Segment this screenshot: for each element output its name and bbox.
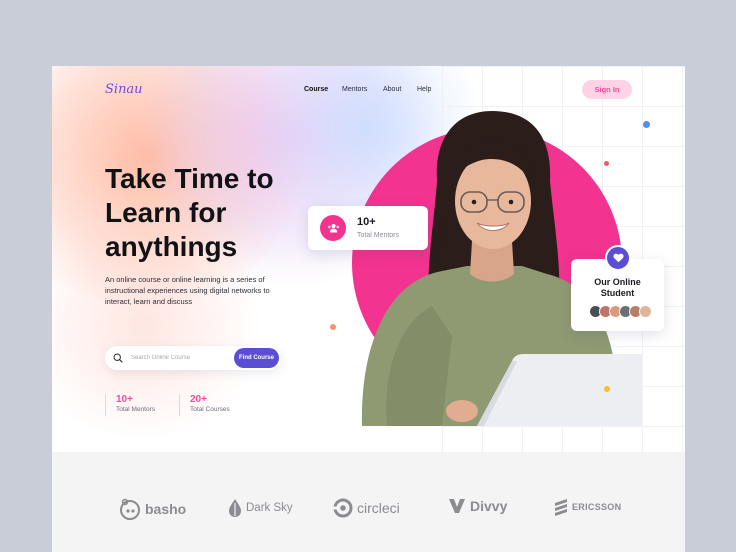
online-student-title-line-1: Our Online — [594, 277, 641, 287]
brand-circleci: circleci — [333, 498, 400, 518]
brand-name: ERICSSON — [572, 502, 622, 512]
brand-divvy: Divvy — [448, 498, 507, 514]
brand-name: Dark Sky — [246, 502, 293, 514]
student-avatars — [589, 305, 652, 318]
darksky-logo — [229, 499, 241, 517]
stat-total-mentors: 10+ Total Mentors — [105, 394, 155, 416]
mentors-card-label: Total Mentors — [357, 232, 400, 239]
hero-title-line-2: Learn for — [105, 197, 227, 228]
basho-logo — [120, 498, 140, 520]
hero-title-line-3: anythings — [105, 231, 238, 262]
nav-help[interactable]: Help — [417, 86, 431, 93]
circleci-logo — [333, 498, 353, 518]
brand-ericsson: ERICSSON — [554, 498, 621, 516]
divvy-logo — [449, 499, 465, 513]
decor-dot-yellow — [604, 386, 610, 392]
brand-name: circleci — [357, 500, 400, 516]
stat-value: 10+ — [116, 394, 133, 405]
partner-logos-strip: basho Dark Sky circleci Divvy ERICSSON — [52, 452, 685, 552]
brand-basho: basho — [119, 498, 186, 520]
ericsson-logo — [555, 499, 567, 516]
nav-mentors[interactable]: Mentors — [342, 86, 367, 93]
stat-total-courses: 20+ Total Courses — [179, 394, 230, 416]
online-student-title-line-2: Student — [600, 288, 635, 298]
brand-name: basho — [145, 501, 187, 517]
nav-course[interactable]: Course — [304, 86, 328, 93]
avatar — [639, 305, 652, 318]
stat-label: Total Courses — [190, 406, 230, 413]
hero-title-line-1: Take Time to — [105, 163, 274, 194]
sign-in-button[interactable]: Sign In — [582, 80, 632, 99]
decor-dot-red — [604, 161, 609, 166]
stat-label: Total Mentors — [116, 406, 156, 413]
mentors-card: 10+ Total Mentors — [308, 206, 428, 250]
heart-icon — [605, 245, 631, 271]
brand-name: Divvy — [470, 498, 508, 514]
course-search-bar: Find Course — [105, 346, 281, 370]
search-icon — [113, 353, 123, 363]
brand-darksky: Dark Sky — [228, 498, 293, 518]
online-student-title: Our Online Student — [571, 277, 664, 299]
landing-page: Sinau Course Mentors About Help Sign In … — [52, 66, 685, 552]
decor-dot-blue — [643, 121, 650, 128]
decor-dot-orange — [330, 324, 336, 330]
search-input[interactable] — [131, 352, 231, 364]
stat-value: 20+ — [190, 394, 207, 405]
group-icon — [320, 215, 346, 241]
find-course-button[interactable]: Find Course — [234, 348, 279, 368]
hero-description: An online course or online learning is a… — [105, 275, 270, 306]
site-logo[interactable]: Sinau — [105, 82, 143, 97]
online-student-card: Our Online Student — [571, 245, 664, 331]
nav-about[interactable]: About — [383, 86, 401, 93]
mentors-card-value: 10+ — [357, 216, 376, 228]
hero-title: Take Time to Learn for anythings — [105, 162, 315, 264]
